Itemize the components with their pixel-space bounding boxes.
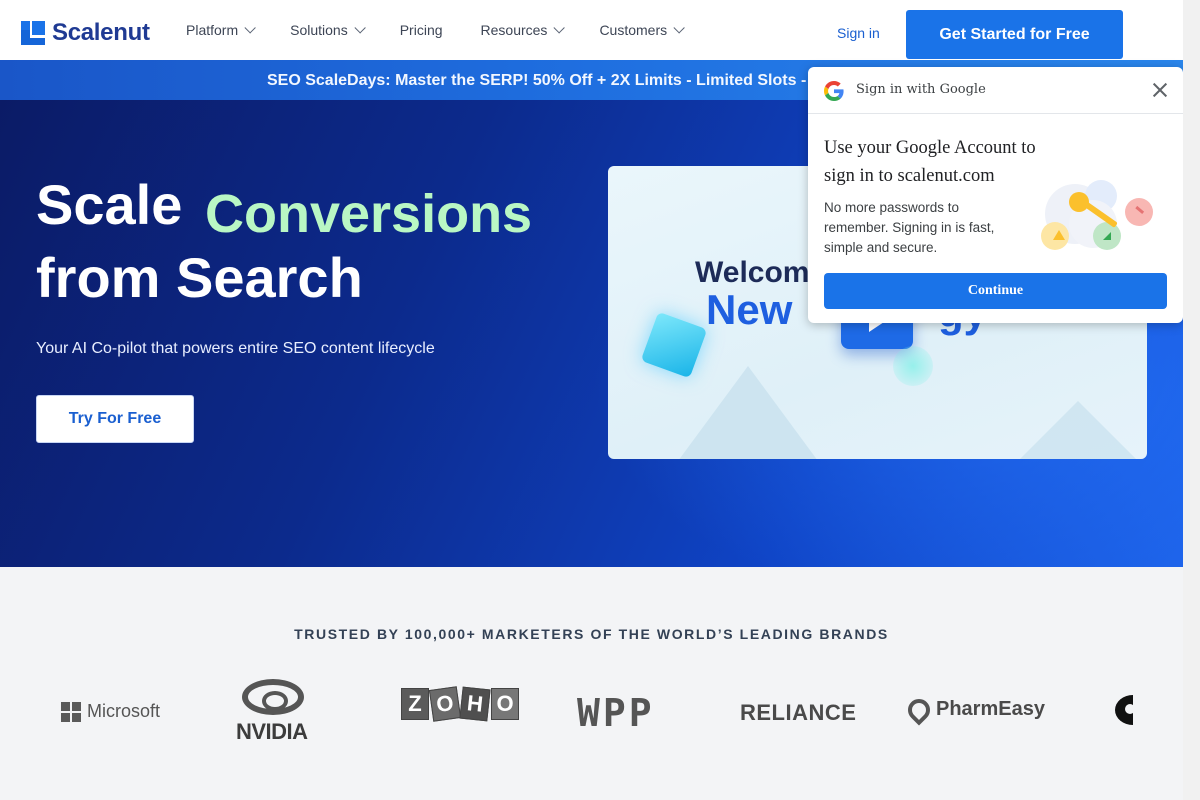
logo-carousel-edge: [1133, 687, 1183, 737]
microsoft-logo: Microsoft: [61, 701, 160, 722]
google-g-icon: [824, 81, 844, 101]
zoho-tile: O: [428, 686, 462, 722]
sign-in-link[interactable]: Sign in: [837, 25, 880, 41]
get-started-button[interactable]: Get Started for Free: [906, 10, 1123, 59]
google-popup-header-text: Sign in with Google: [856, 82, 986, 97]
video-heading-line1: Welcom: [695, 256, 810, 289]
chevron-down-icon: [553, 22, 566, 34]
menu-customers[interactable]: Customers: [599, 22, 685, 38]
logo-text: Scalenut: [52, 19, 150, 46]
hero-title-scale: Scale: [36, 173, 183, 236]
menu-solutions-label: Solutions: [290, 22, 348, 38]
menu-pricing-label: Pricing: [399, 22, 443, 38]
hero-title-line2: from Search: [36, 246, 363, 309]
close-icon[interactable]: [1149, 79, 1171, 101]
hero-subtitle: Your AI Co-pilot that powers entire SEO …: [36, 340, 435, 357]
scalenut-logo-icon: [21, 21, 45, 45]
pharmeasy-logo-text: PharmEasy: [936, 698, 1045, 720]
chevron-down-icon: [354, 22, 366, 34]
top-navbar: Scalenut Platform Solutions Pricing Reso…: [0, 0, 1183, 60]
google-popup-header: Sign in with Google: [808, 67, 1183, 114]
pharmeasy-logo: PharmEasy: [903, 693, 1045, 726]
trusted-title: TRUSTED BY 100,000+ MARKETERS OF THE WOR…: [294, 626, 889, 642]
hero-title-highlight: Conversions: [205, 184, 533, 244]
menu-customers-label: Customers: [599, 22, 668, 38]
google-popup-title: Use your Google Account to sign in to sc…: [824, 138, 1036, 186]
menu-platform[interactable]: Platform: [186, 22, 256, 38]
zoho-tile: Z: [401, 688, 429, 720]
try-for-free-button[interactable]: Try For Free: [36, 395, 194, 443]
menu-resources-label: Resources: [480, 22, 548, 38]
menu-solutions[interactable]: Solutions: [290, 22, 366, 38]
scalenut-logo[interactable]: Scalenut: [21, 19, 150, 47]
zoho-logo: Z O H O: [401, 686, 521, 722]
microsoft-logo-text: Microsoft: [87, 701, 161, 721]
nvidia-logo: NVIDIA: [236, 679, 326, 744]
zoho-tile: O: [491, 688, 519, 720]
sparkle-icon: [893, 346, 933, 386]
chevron-down-icon: [244, 22, 256, 34]
video-heading-line2: New: [706, 286, 793, 333]
menu-platform-label: Platform: [186, 22, 239, 38]
pharmeasy-mark-icon: [903, 693, 935, 726]
nvidia-logo-text: NVIDIA: [236, 719, 308, 744]
microsoft-grid-icon: [61, 701, 81, 722]
wpp-logo: WPP: [577, 691, 655, 735]
page: Scalenut Platform Solutions Pricing Reso…: [0, 0, 1183, 800]
google-popup-description: No more passwords to remember. Signing i…: [824, 200, 995, 255]
menu-resources[interactable]: Resources: [480, 22, 566, 38]
key-illustration-icon: [1041, 180, 1153, 250]
decor-triangle: [1018, 401, 1138, 459]
chevron-down-icon: [673, 22, 685, 34]
zoho-tile: H: [459, 686, 491, 722]
reliance-logo: RELIANCE: [740, 700, 857, 725]
main-menu: Platform Solutions Pricing Resources Cus…: [186, 0, 719, 60]
nvidia-eye-icon: [242, 679, 304, 715]
google-signin-popup: Sign in with Google Use your Google Acco…: [808, 67, 1183, 323]
google-continue-button[interactable]: Continue: [824, 273, 1167, 309]
decor-triangle: [678, 366, 818, 459]
promo-banner-text: SEO ScaleDays: Master the SERP! 50% Off …: [267, 72, 807, 89]
menu-pricing[interactable]: Pricing: [400, 22, 443, 38]
trusted-brands-section: TRUSTED BY 100,000+ MARKETERS OF THE WOR…: [0, 567, 1183, 800]
page-scrollbar[interactable]: [1183, 0, 1200, 800]
